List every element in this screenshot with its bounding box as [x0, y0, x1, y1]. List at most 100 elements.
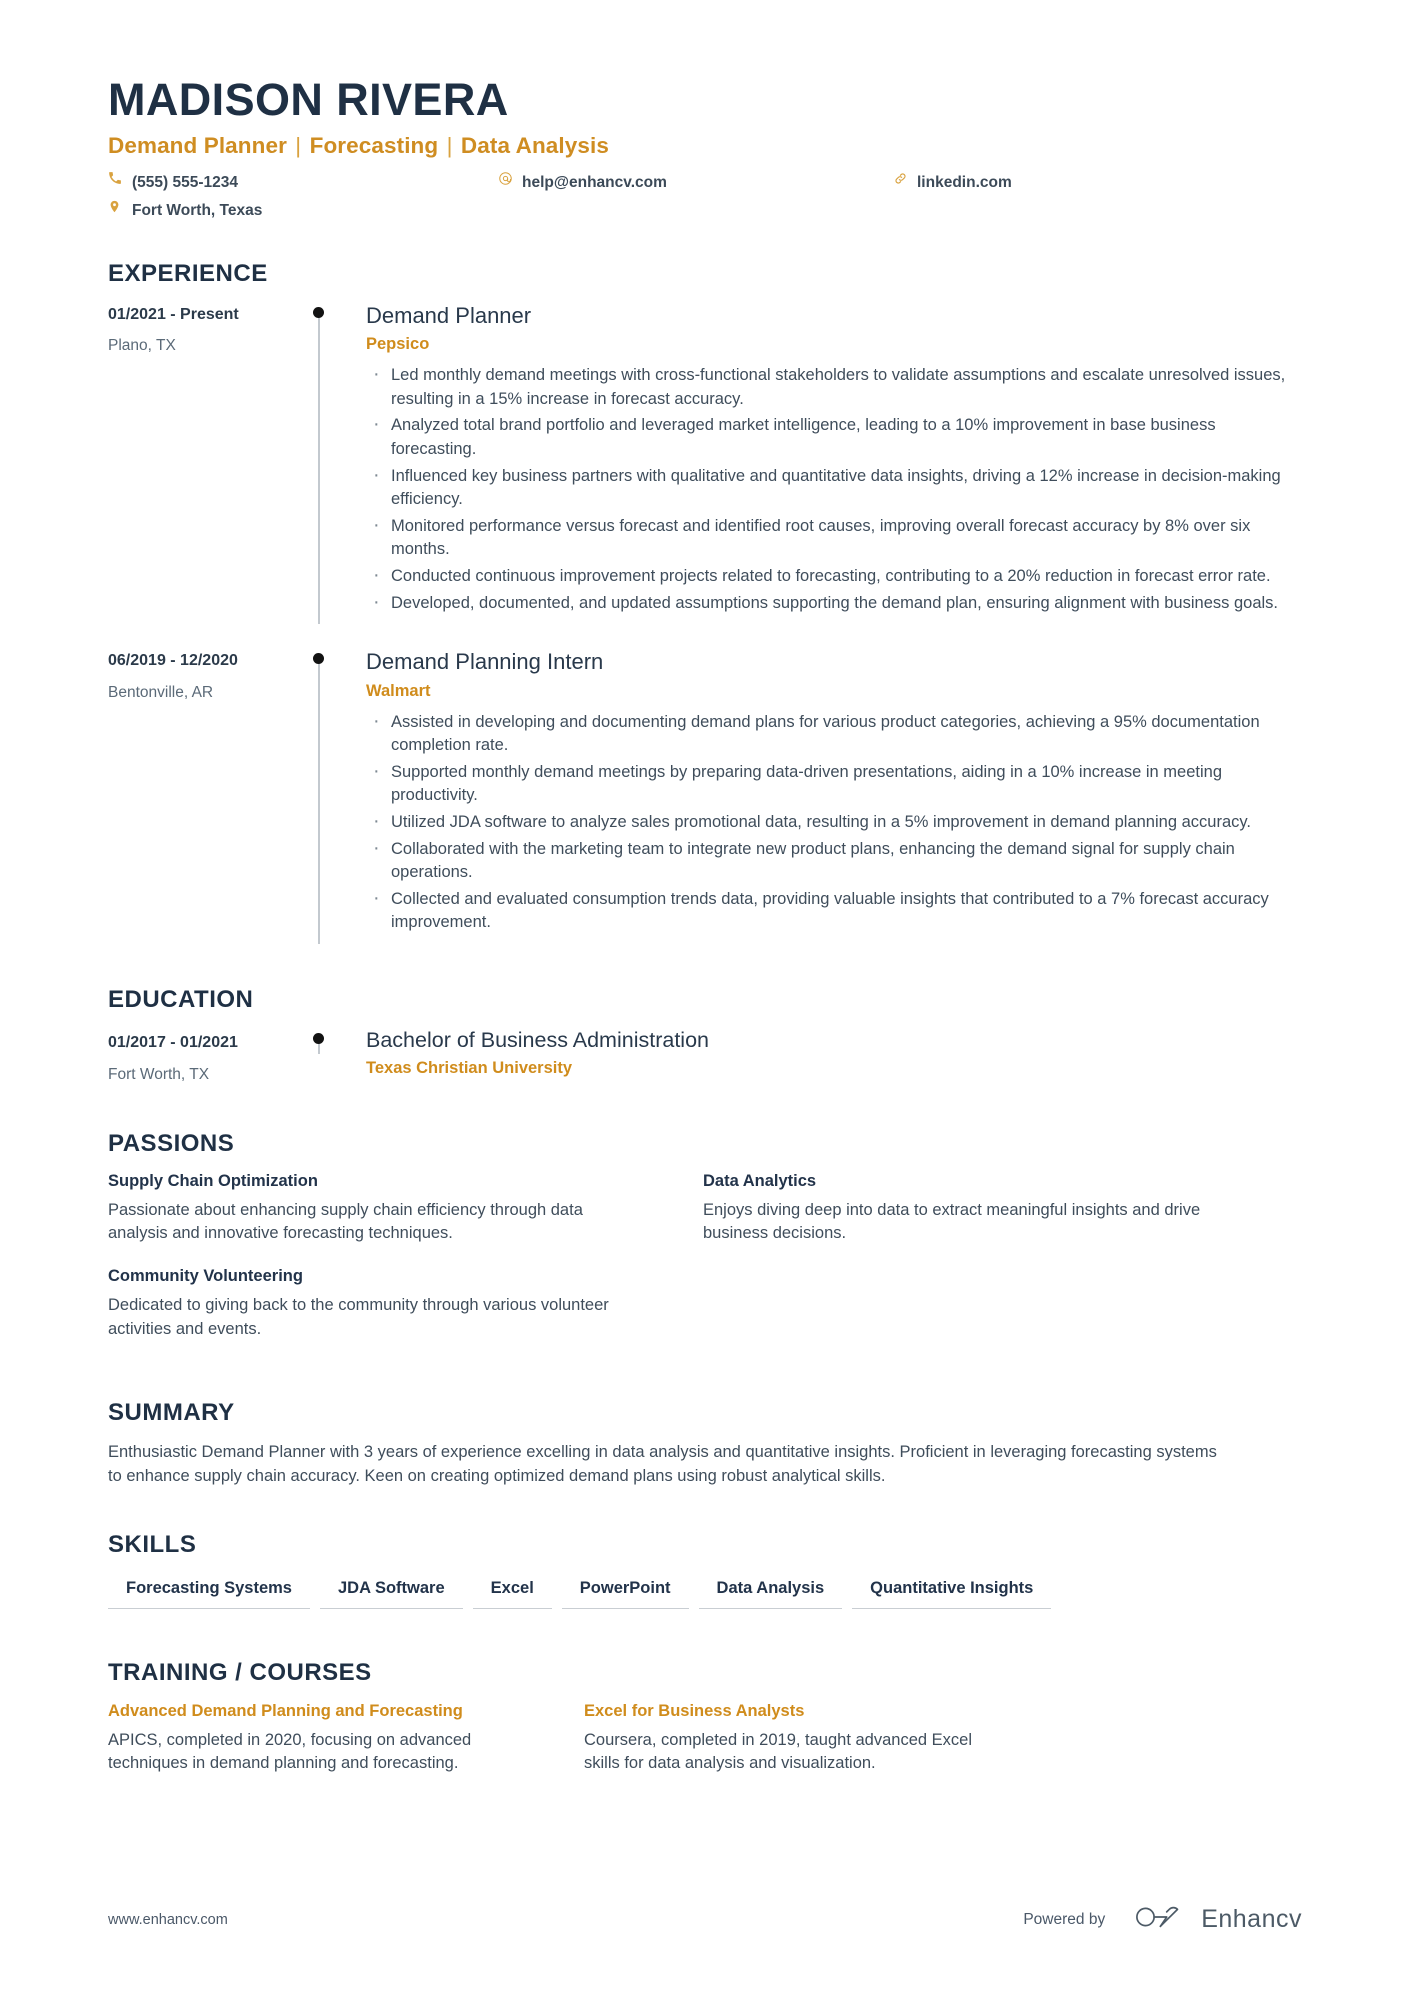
passion-title: Community Volunteering: [108, 1267, 303, 1286]
section-passions: PASSIONS Supply Chain Optimization Passi…: [108, 1130, 1298, 1364]
headline-separator: |: [288, 133, 308, 159]
timeline-rail: [308, 302, 366, 625]
skill-chip: Data Analysis: [698, 1579, 843, 1610]
headline-part-1: Demand Planner: [108, 133, 287, 159]
section-title-experience: EXPERIENCE: [108, 259, 268, 287]
skill-chip: PowerPoint: [561, 1579, 689, 1610]
skill-chip: Quantitative Insights: [852, 1579, 1052, 1610]
experience-location: Plano, TX: [108, 337, 176, 355]
experience-meta: 06/2019 - 12/2020 Bentonville, AR: [108, 648, 308, 944]
course-text: Coursera, completed in 2019, taught adva…: [584, 1730, 972, 1772]
experience-entry: 06/2019 - 12/2020 Bentonville, AR Demand…: [108, 648, 1298, 945]
section-title-summary: SUMMARY: [108, 1399, 235, 1427]
summary-text: Enthusiastic Demand Planner with 3 years…: [108, 1443, 1217, 1486]
passions-column-right: Data Analytics Enjoys diving deep into d…: [703, 1172, 1298, 1364]
timeline-line: [318, 311, 320, 625]
section-courses: TRAINING / COURSES Advanced Demand Plann…: [108, 1659, 1298, 1775]
passion-text: Enjoys diving deep into data to extract …: [703, 1200, 1201, 1242]
enhancv-logo-icon: [1133, 1902, 1185, 1937]
section-title-education: EDUCATION: [108, 986, 254, 1014]
headline: Demand Planner | Forecasting | Data Anal…: [108, 133, 1298, 159]
course-item: Advanced Demand Planning and Forecasting…: [108, 1701, 584, 1775]
list-item: Analyzed total brand portfolio and lever…: [366, 410, 1298, 461]
contact-linkedin[interactable]: linkedin.com: [893, 171, 1093, 194]
passion-item: Supply Chain Optimization Passionate abo…: [108, 1172, 643, 1246]
contact-phone: (555) 555-1234: [108, 171, 498, 194]
location-icon: [108, 199, 128, 214]
list-item: Collected and evaluated consumption tren…: [366, 884, 1298, 935]
skill-chip: Forecasting Systems: [108, 1579, 310, 1610]
timeline-line: [318, 658, 320, 945]
passion-title: Data Analytics: [703, 1171, 817, 1190]
experience-details: Demand Planner Pepsico Led monthly deman…: [366, 302, 1298, 624]
job-company: Walmart: [366, 681, 431, 700]
contact-list: (555) 555-1234 help@enhancv.com linkedin…: [108, 171, 1108, 226]
job-title: Demand Planning Intern: [366, 649, 604, 675]
section-title-skills: SKILLS: [108, 1531, 197, 1559]
passion-text: Dedicated to giving back to the communit…: [108, 1296, 609, 1338]
course-title: Advanced Demand Planning and Forecasting: [108, 1702, 463, 1721]
list-item: Influenced key business partners with qu…: [366, 461, 1298, 512]
resume-content: MADISON RIVERA Demand Planner | Forecast…: [108, 76, 1298, 1775]
education-entry: 01/2017 - 01/2021 Fort Worth, TX Bachelo…: [108, 1028, 1298, 1086]
experience-date: 06/2019 - 12/2020: [108, 652, 238, 670]
headline-part-3: Data Analysis: [460, 133, 609, 159]
list-item: Supported monthly demand meetings by pre…: [366, 757, 1298, 808]
timeline-rail: [308, 1028, 366, 1086]
headline-separator: |: [440, 133, 459, 159]
timeline-dot: [313, 653, 324, 665]
contact-location: Fort Worth, Texas: [108, 199, 498, 222]
passion-item: Community Volunteering Dedicated to givi…: [108, 1267, 643, 1341]
experience-meta: 01/2021 - Present Plano, TX: [108, 302, 308, 624]
education-meta: 01/2017 - 01/2021 Fort Worth, TX: [108, 1028, 308, 1086]
job-company: Pepsico: [366, 335, 430, 354]
timeline-dot: [313, 1033, 324, 1045]
experience-date: 01/2021 - Present: [108, 305, 239, 323]
course-item: Excel for Business Analysts Coursera, co…: [584, 1701, 1060, 1775]
passions-column-left: Supply Chain Optimization Passionate abo…: [108, 1172, 703, 1364]
courses-grid: Advanced Demand Planning and Forecasting…: [108, 1701, 1298, 1775]
list-item: Utilized JDA software to analyze sales p…: [366, 807, 1298, 835]
contact-linkedin-value: linkedin.com: [917, 174, 1012, 192]
list-item: Collaborated with the marketing team to …: [366, 834, 1298, 885]
skill-chip: JDA Software: [319, 1579, 463, 1610]
education-location: Fort Worth, TX: [108, 1065, 210, 1083]
job-bullets: Led monthly demand meetings with cross-f…: [366, 360, 1298, 616]
course-title: Excel for Business Analysts: [584, 1702, 805, 1721]
skills-list: Forecasting Systems JDA Software Excel P…: [108, 1579, 1298, 1621]
experience-location: Bentonville, AR: [108, 683, 214, 701]
education-details: Bachelor of Business Administration Texa…: [366, 1028, 1298, 1086]
email-icon: [498, 171, 518, 186]
enhancv-brand: Enhancv: [1133, 1902, 1302, 1937]
contact-email: help@enhancv.com: [498, 171, 893, 194]
list-item: Developed, documented, and updated assum…: [366, 588, 1298, 616]
passion-text: Passionate about enhancing supply chain …: [108, 1200, 583, 1242]
page-footer: www.enhancv.com Powered by Enhancv: [108, 1902, 1302, 1937]
school-name: Texas Christian University: [366, 1058, 573, 1077]
enhancv-brand-name: Enhancv: [1201, 1905, 1302, 1933]
section-skills: SKILLS Forecasting Systems JDA Software …: [108, 1531, 1298, 1621]
contact-phone-value: (555) 555-1234: [132, 174, 238, 192]
experience-details: Demand Planning Intern Walmart Assisted …: [366, 648, 1298, 944]
resume-page: MADISON RIVERA Demand Planner | Forecast…: [0, 0, 1410, 1995]
section-title-passions: PASSIONS: [108, 1129, 235, 1157]
section-title-courses: TRAINING / COURSES: [108, 1659, 372, 1687]
list-item: Monitored performance versus forecast an…: [366, 511, 1298, 562]
list-item: Led monthly demand meetings with cross-f…: [366, 360, 1298, 411]
link-icon: [893, 171, 913, 186]
section-education: EDUCATION 01/2017 - 01/2021 Fort Worth, …: [108, 986, 1298, 1086]
resume-header: MADISON RIVERA Demand Planner | Forecast…: [108, 76, 1298, 226]
job-bullets: Assisted in developing and documenting d…: [366, 707, 1298, 935]
contact-location-value: Fort Worth, Texas: [132, 201, 263, 219]
section-experience: EXPERIENCE 01/2021 - Present Plano, TX D…: [108, 259, 1298, 945]
job-title: Demand Planner: [366, 302, 532, 328]
education-date: 01/2017 - 01/2021: [108, 1034, 238, 1052]
degree-title: Bachelor of Business Administration: [366, 1028, 709, 1053]
passion-title: Supply Chain Optimization: [108, 1171, 318, 1190]
powered-by: Powered by Enhancv: [1023, 1902, 1302, 1937]
page-title: MADISON RIVERA: [108, 74, 509, 125]
skill-chip: Excel: [472, 1579, 552, 1610]
footer-url[interactable]: www.enhancv.com: [108, 1912, 228, 1928]
course-text: APICS, completed in 2020, focusing on ad…: [108, 1730, 472, 1772]
section-summary: SUMMARY Enthusiastic Demand Planner with…: [108, 1399, 1298, 1489]
